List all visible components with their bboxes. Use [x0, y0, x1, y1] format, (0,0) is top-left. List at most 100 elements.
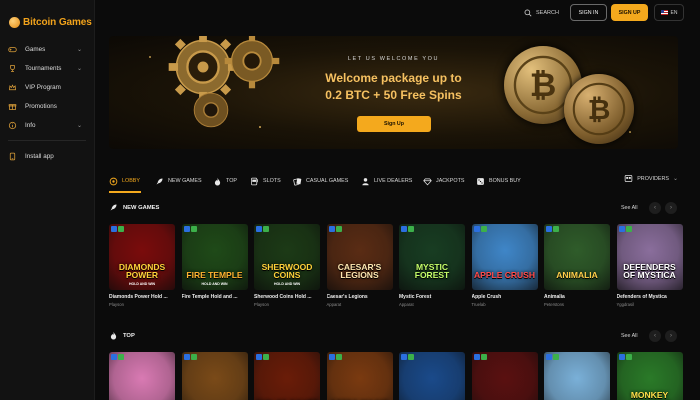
game-title[interactable]: Fire Temple Hold and ... [182, 294, 248, 300]
tab-top[interactable]: TOP [213, 174, 237, 188]
game-card[interactable] [399, 352, 465, 400]
feature-badge-icon [553, 226, 559, 232]
sidebar-divider [8, 140, 86, 141]
game-card[interactable]: DEFENDERS OF MYSTICA Defenders of Mystica… [616, 224, 683, 307]
welcome-banner[interactable]: ₿ ₿ LET US WELCOME YOU Welcome package u… [109, 36, 678, 149]
game-thumbnail[interactable] [399, 352, 465, 400]
banner-sign-up-button[interactable]: Sign Up [357, 116, 431, 132]
providers-dropdown[interactable]: PROVIDERS ⌄ [624, 174, 678, 183]
tab-label: BONUS BUY [489, 178, 521, 184]
game-title[interactable]: Animalia [544, 294, 610, 300]
game-thumbnail[interactable]: CAESAR'S LEGIONS [326, 224, 393, 290]
tab-label: NEW GAMES [168, 178, 202, 184]
game-thumbnail[interactable] [471, 352, 538, 400]
game-thumbnail[interactable] [181, 352, 248, 400]
brand-logo[interactable]: Bitcoin Games [0, 0, 94, 34]
game-thumbnail[interactable]: ANIMALIA [544, 224, 610, 290]
slot-machine-icon [251, 177, 258, 185]
tab-jackpots[interactable]: JACKPOTS [423, 174, 464, 188]
game-card[interactable]: ANIMALIA Animalia Peterstons [544, 224, 610, 307]
game-thumbnail[interactable]: APPLE CRUSH [471, 224, 538, 290]
feature-badge-icon [553, 354, 559, 360]
tab-lobby[interactable]: LOBBY [109, 174, 140, 188]
game-badges [183, 226, 197, 232]
game-art-title: SHERWOOD COINS [261, 262, 313, 280]
game-card[interactable]: AZTEC MAGIC [326, 352, 393, 400]
game-title[interactable]: Diamonds Power Hold ... [109, 294, 175, 300]
sign-up-button[interactable]: SIGN UP [611, 4, 648, 21]
game-card[interactable] [181, 352, 248, 400]
game-card[interactable]: SHERWOOD COINS HOLD AND WIN Sherwood Coins… [254, 224, 320, 307]
game-thumbnail[interactable] [544, 352, 610, 400]
bonus-badge-icon [473, 354, 480, 360]
see-all-link[interactable]: See All [621, 333, 638, 339]
game-thumbnail[interactable]: AZTEC MAGIC [326, 352, 393, 400]
sidebar-item-tournaments[interactable]: Tournaments ⌄ [0, 59, 94, 78]
game-title[interactable]: Sherwood Coins Hold ... [254, 294, 320, 300]
bonus-badge-icon [328, 354, 335, 360]
bonus-badge-icon [401, 354, 407, 360]
game-thumbnail[interactable]: MONKEY JACKPOT [616, 352, 683, 400]
sidebar-item-promotions[interactable]: Promotions [0, 97, 94, 116]
tab-live-dealers[interactable]: LIVE DEALERS [361, 174, 412, 188]
game-title[interactable]: Defenders of Mystica [617, 294, 683, 300]
game-card[interactable] [471, 352, 538, 400]
game-badges [401, 226, 414, 232]
language-selector[interactable]: EN [654, 4, 684, 21]
bonus-badge-icon [618, 226, 625, 232]
feature-badge-icon [335, 354, 342, 360]
game-title[interactable]: Apple Crush [472, 294, 538, 300]
game-thumbnail[interactable]: SHERWOOD COINS HOLD AND WIN [254, 224, 320, 290]
game-art-title: DIAMONDS POWER [118, 262, 166, 280]
next-arrow-icon[interactable]: › [665, 202, 677, 214]
game-thumbnail[interactable]: FIRE TEMPLE HOLD AND WIN [181, 224, 248, 290]
sidebar-item-games[interactable]: Games ⌄ [0, 40, 94, 59]
tab-label: TOP [226, 178, 237, 184]
see-all-link[interactable]: See All [621, 205, 638, 211]
active-tab-indicator [109, 191, 141, 193]
chevron-down-icon: ⌄ [76, 123, 82, 129]
game-card[interactable] [544, 352, 610, 400]
tab-new-games[interactable]: NEW GAMES [155, 174, 202, 188]
tab-slots[interactable]: SLOTS [250, 174, 281, 188]
bonus-badge-icon [546, 226, 552, 232]
sign-in-button[interactable]: SIGN IN [570, 4, 607, 21]
bonus-badge-icon [183, 354, 190, 360]
game-card[interactable]: FIRE TEMPLE HOLD AND WIN Fire Temple Hold … [181, 224, 248, 302]
info-icon [8, 121, 17, 130]
prev-arrow-icon[interactable]: ‹ [649, 202, 661, 214]
game-card[interactable]: SUN OF EGYPT [254, 352, 320, 400]
banner-eyebrow: LET US WELCOME YOU [347, 56, 440, 62]
game-title[interactable]: Mystic Forest [399, 294, 465, 300]
game-thumbnail[interactable]: DIAMONDS POWER HOLD AND WIN [109, 224, 175, 290]
feature-badge-icon [190, 354, 197, 360]
top-header: SEARCH SIGN IN SIGN UP EN [96, 0, 700, 27]
feature-badge-icon [408, 226, 414, 232]
game-thumbnail[interactable]: SUN OF EGYPT [254, 352, 320, 400]
tab-bonus-buy[interactable]: BONUS BUY [476, 174, 521, 188]
sidebar-item-install-app[interactable]: Install app [0, 147, 94, 166]
game-card[interactable]: CAESAR'S LEGIONS Caesar's Legions Apparat [326, 224, 393, 307]
game-card[interactable]: DIAMONDS POWER HOLD AND WIN Diamonds Power… [109, 224, 175, 307]
sidebar-item-info[interactable]: Info ⌄ [0, 116, 94, 135]
sidebar-item-vip-program[interactable]: VIP Program [0, 78, 94, 97]
game-thumbnail[interactable]: MYSTIC FOREST [399, 224, 465, 290]
language-code: EN [670, 9, 678, 16]
game-badges [256, 354, 269, 360]
providers-icon [624, 175, 633, 182]
prev-arrow-icon[interactable]: ‹ [649, 330, 661, 342]
game-thumbnail[interactable]: DEFENDERS OF MYSTICA [616, 224, 683, 290]
next-arrow-icon[interactable]: › [665, 330, 677, 342]
banner-title-offer: 0.2 BTC + 50 Free Spins [325, 88, 462, 102]
tab-casual-games[interactable]: CASUAL GAMES [293, 174, 348, 188]
game-card[interactable]: MONKEY JACKPOT [616, 352, 683, 400]
search-button[interactable]: SEARCH [524, 9, 559, 17]
game-card[interactable]: APPLE CRUSH Apple Crush Truelab [471, 224, 538, 307]
bonus-badge-icon [183, 226, 190, 232]
uk-flag-icon [660, 10, 668, 15]
game-card[interactable]: MYSTIC FOREST Mystic Forest Apparat [399, 224, 465, 307]
game-thumbnail[interactable] [109, 352, 175, 400]
game-badges [256, 226, 269, 232]
game-title[interactable]: Caesar's Legions [327, 294, 393, 300]
game-card[interactable] [109, 352, 175, 400]
